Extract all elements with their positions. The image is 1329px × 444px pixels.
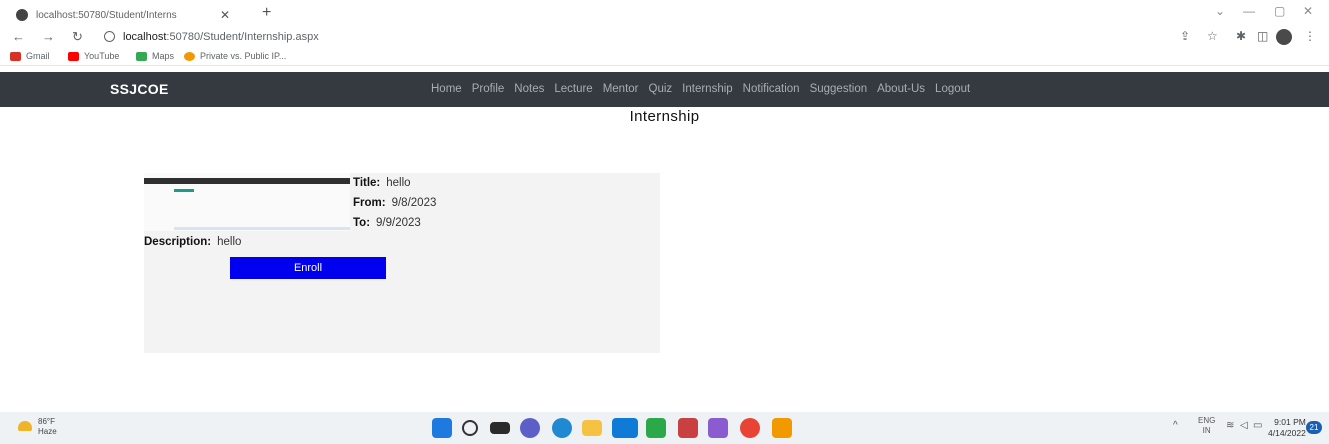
nav-lecture[interactable]: Lecture: [554, 83, 592, 95]
star-icon[interactable]: ☆: [1207, 29, 1218, 43]
temperature: 86°F: [38, 417, 55, 426]
internship-from: From: 9/8/2023: [353, 197, 436, 209]
from-value: 9/8/2023: [391, 197, 437, 209]
window-close-icon[interactable]: ✕: [1303, 4, 1313, 18]
extensions-icon[interactable]: ✱: [1236, 29, 1246, 43]
nav-profile[interactable]: Profile: [472, 83, 505, 95]
nav-internship[interactable]: Internship: [682, 83, 733, 95]
title-value: hello: [386, 177, 411, 189]
edge-icon[interactable]: [552, 418, 572, 438]
file-explorer-icon[interactable]: [582, 420, 602, 436]
info-icon[interactable]: [104, 31, 115, 42]
close-icon[interactable]: ✕: [220, 8, 230, 22]
nav-links: Home Profile Notes Lecture Mentor Quiz I…: [431, 83, 970, 95]
nav-notification[interactable]: Notification: [743, 83, 800, 95]
internship-card: Title: hello From: 9/8/2023 To: 9/9/2023 De…: [144, 173, 660, 353]
tab-title: localhost:50780/Student/Interns: [36, 9, 177, 21]
back-icon[interactable]: ←: [12, 29, 25, 44]
nav-notes[interactable]: Notes: [514, 83, 544, 95]
internship-image: [144, 173, 350, 231]
windows-taskbar: 86°F Haze ^ ENG IN ≋ ◁ ▭ 9:01 PM 4/14/20…: [0, 412, 1329, 444]
bookmark-site-icon: [184, 51, 195, 61]
minimize-icon[interactable]: —: [1243, 4, 1255, 18]
visual-studio-icon[interactable]: [708, 418, 728, 438]
description-label: Description:: [144, 236, 212, 248]
wifi-icon[interactable]: ≋: [1226, 420, 1234, 431]
bookmarks-bar: Gmail YouTube Maps Private vs. Public IP…: [0, 48, 1329, 66]
clock[interactable]: 9:01 PM 4/14/2022: [1268, 417, 1306, 439]
internship-title: Title: hello: [353, 177, 411, 189]
maximize-icon[interactable]: ▢: [1274, 4, 1285, 18]
youtube-icon: [68, 51, 79, 61]
chrome-icon[interactable]: [740, 418, 760, 438]
internship-to: To: 9/9/2023: [353, 217, 421, 229]
language-indicator[interactable]: ENG IN: [1198, 416, 1215, 436]
from-label: From:: [353, 197, 386, 209]
bookmark-private-public-ip[interactable]: Private vs. Public IP...: [184, 51, 286, 61]
page-title: Internship: [629, 108, 700, 125]
nav-about-us[interactable]: About-Us: [877, 83, 925, 95]
description-value: hello: [217, 236, 242, 248]
gmail-icon: [10, 51, 21, 61]
bookmark-gmail[interactable]: Gmail: [10, 51, 50, 61]
task-view-icon[interactable]: [490, 422, 510, 434]
url-host: localhost: [123, 31, 167, 43]
store-icon[interactable]: [612, 418, 638, 438]
nav-suggestion[interactable]: Suggestion: [810, 83, 868, 95]
network-app-icon[interactable]: [772, 418, 792, 438]
volume-icon[interactable]: ◁: [1240, 420, 1248, 431]
enroll-button[interactable]: Enroll: [230, 257, 386, 279]
weather-widget[interactable]: 86°F Haze: [38, 417, 57, 437]
weather-condition: Haze: [38, 427, 57, 436]
reload-icon[interactable]: ↻: [72, 29, 83, 45]
tray-chevron-icon[interactable]: ^: [1173, 420, 1178, 431]
nav-logout[interactable]: Logout: [935, 83, 970, 95]
battery-icon[interactable]: ▭: [1253, 420, 1262, 431]
bookmark-maps[interactable]: Maps: [136, 51, 174, 61]
weather-icon[interactable]: [18, 421, 32, 431]
menu-icon[interactable]: ⋮: [1304, 29, 1316, 43]
address-bar: ← → ↻ localhost:50780/Student/Internship…: [0, 26, 1329, 48]
bookmark-youtube[interactable]: YouTube: [68, 51, 119, 61]
to-label: To:: [353, 217, 371, 229]
nav-home[interactable]: Home: [431, 83, 462, 95]
app-icon[interactable]: [646, 418, 666, 438]
browser-tab[interactable]: localhost:50780/Student/Interns ✕: [8, 4, 238, 26]
clock-time: 9:01 PM: [1274, 417, 1306, 427]
share-icon[interactable]: ⇪: [1180, 29, 1190, 43]
globe-icon: [16, 9, 28, 21]
nav-mentor[interactable]: Mentor: [603, 83, 639, 95]
maps-icon: [136, 51, 147, 61]
url-path: :50780/Student/Internship.aspx: [166, 31, 319, 43]
brand-logo[interactable]: SSJCOE: [110, 81, 169, 97]
site-navbar: SSJCOE Home Profile Notes Lecture Mentor…: [0, 72, 1329, 107]
forward-icon[interactable]: →: [42, 29, 55, 44]
search-icon[interactable]: [462, 420, 478, 436]
notification-badge[interactable]: 21: [1306, 421, 1322, 434]
new-tab-icon[interactable]: +: [262, 4, 271, 22]
sidepanel-icon[interactable]: ◫: [1257, 29, 1268, 43]
to-value: 9/9/2023: [376, 217, 421, 229]
browser-tab-bar: localhost:50780/Student/Interns ✕ + ⌄ — …: [0, 0, 1329, 26]
profile-avatar-icon[interactable]: [1276, 29, 1292, 45]
internship-description: Description: hello: [144, 236, 241, 248]
chevron-down-icon[interactable]: ⌄: [1215, 4, 1225, 18]
title-label: Title:: [353, 177, 381, 189]
clock-date: 4/14/2022: [1268, 428, 1306, 438]
url-field[interactable]: localhost:50780/Student/Internship.aspx: [123, 31, 319, 43]
chat-icon[interactable]: [520, 418, 540, 438]
nav-quiz[interactable]: Quiz: [649, 83, 673, 95]
windows-start-icon[interactable]: [432, 418, 452, 438]
powerpoint-icon[interactable]: [678, 418, 698, 438]
